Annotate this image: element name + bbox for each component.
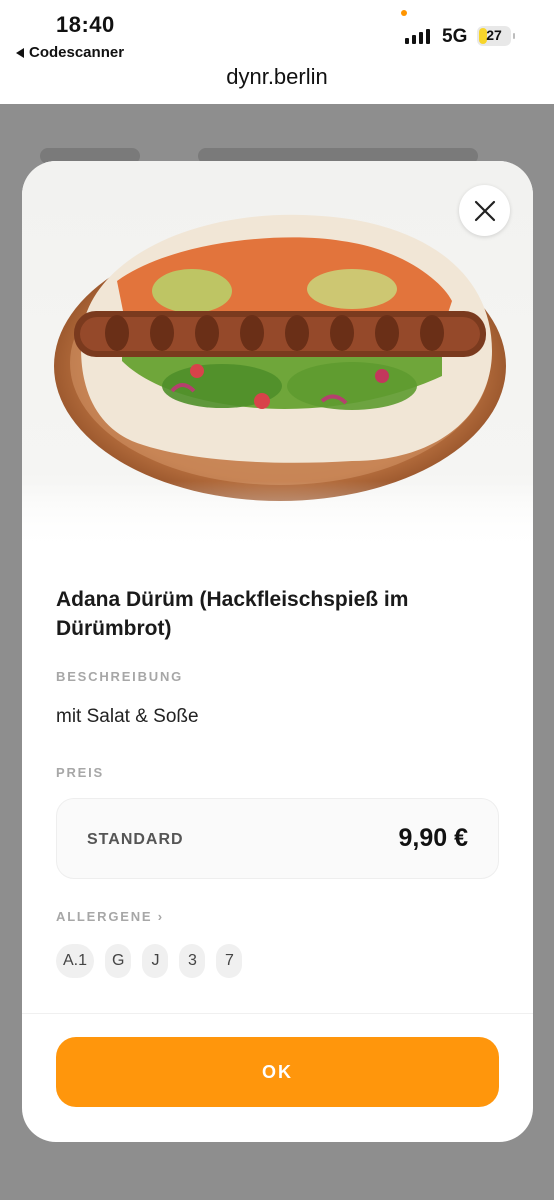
allergen-chip: 3: [179, 944, 206, 978]
product-title: Adana Dürüm (Hackfleischspieß im Dürümbr…: [56, 588, 409, 640]
privacy-indicator-icon: [401, 10, 407, 16]
close-icon: [474, 200, 495, 221]
back-arrow-icon: [16, 47, 24, 58]
close-button[interactable]: [459, 185, 510, 236]
product-image: [22, 161, 533, 551]
allergen-chip: 7: [216, 944, 243, 978]
price-option: STANDARD 9,90 €: [56, 798, 499, 879]
url-bar[interactable]: dynr.berlin: [0, 64, 554, 90]
price-label: PREIS: [56, 765, 105, 780]
allergen-list: A.1 G J 3 7: [56, 944, 243, 978]
back-app-label: Codescanner: [29, 44, 125, 61]
network-type: 5G: [442, 26, 468, 47]
allergen-chip: J: [142, 944, 169, 978]
divider: [22, 1013, 533, 1014]
price-value: 9,90 €: [398, 824, 468, 852]
battery-icon: 27: [477, 26, 515, 46]
signal-icon: [405, 28, 430, 44]
battery-level: 27: [486, 27, 502, 43]
clock: 18:40: [56, 12, 115, 37]
product-description: mit Salat & Soße: [56, 706, 199, 727]
allergens-link[interactable]: ALLERGENE ›: [56, 909, 164, 924]
price-option-name: STANDARD: [87, 831, 184, 848]
back-to-app-link[interactable]: Codescanner: [16, 44, 124, 61]
ok-button[interactable]: OK: [56, 1037, 499, 1107]
status-bar: 18:40 Codescanner 5G 27 dynr.berlin: [0, 0, 554, 104]
product-detail-modal: Adana Dürüm (Hackfleischspieß im Dürümbr…: [22, 161, 533, 1142]
description-label: BESCHREIBUNG: [56, 669, 184, 684]
allergen-chip: A.1: [56, 944, 95, 978]
allergen-chip: G: [105, 944, 132, 978]
durum-food-image: [22, 214, 533, 551]
